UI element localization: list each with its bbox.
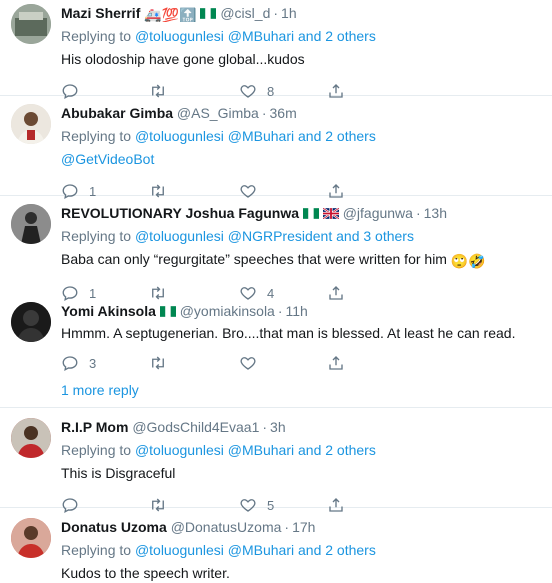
retweet-button[interactable]	[149, 353, 177, 373]
nigeria-flag-icon	[159, 306, 176, 317]
avatar[interactable]	[11, 204, 51, 244]
author-name[interactable]: Donatus Uzoma	[61, 519, 167, 535]
timestamp[interactable]: 36m	[270, 105, 297, 121]
tweet[interactable]: Donatus Uzoma @DonatusUzoma · 17h Replying…	[0, 508, 552, 581]
avatar[interactable]	[11, 4, 51, 44]
timestamp[interactable]: 1h	[281, 5, 297, 21]
reply-icon	[62, 356, 78, 372]
author-handle[interactable]: @yomiakinsola	[180, 303, 275, 319]
ambulance-emoji: 🚑	[144, 7, 162, 22]
share-button[interactable]	[327, 353, 345, 373]
nigeria-flag-icon	[302, 208, 319, 219]
tweet[interactable]: Abubakar Gimba @AS_Gimba · 36m Replying to…	[0, 96, 552, 200]
author-name[interactable]: Abubakar Gimba	[61, 105, 173, 121]
mention-link[interactable]: @toluogunlesi @MBuhari and 2 others	[135, 28, 376, 44]
author-name[interactable]: R.I.P Mom	[61, 419, 128, 435]
avatar[interactable]	[11, 418, 51, 458]
rolling-eyes-emoji: 🙄	[450, 253, 469, 269]
timestamp[interactable]: 13h	[424, 205, 447, 221]
hundred-emoji: 💯	[161, 7, 180, 22]
tweet-text: @GetVideoBot	[61, 149, 544, 169]
author-name[interactable]: REVOLUTIONARY Joshua Fagunwa	[61, 205, 299, 221]
more-replies-link[interactable]: 1 more reply	[61, 382, 139, 398]
mention-link[interactable]: @toluogunlesi @NGRPresident and 3 others	[135, 228, 414, 244]
reply-count: 3	[89, 355, 97, 371]
tweet-text: Hmmm. A septugenerian. Bro....that man i…	[61, 325, 516, 341]
like-button[interactable]	[239, 353, 267, 373]
author-handle[interactable]: @jfagunwa	[343, 205, 413, 221]
replying-to: Replying to @toluogunlesi @MBuhari and 2…	[61, 128, 376, 144]
replying-to: Replying to @toluogunlesi @MBuhari and 2…	[61, 442, 376, 458]
replying-to: Replying to @toluogunlesi @MBuhari and 2…	[61, 28, 376, 44]
share-icon	[329, 356, 343, 370]
more-replies[interactable]: 1 more reply	[0, 372, 552, 408]
like-icon	[240, 357, 256, 370]
avatar[interactable]	[11, 302, 51, 342]
avatar[interactable]	[11, 104, 51, 144]
uk-flag-icon	[322, 208, 339, 219]
timestamp[interactable]: 17h	[292, 519, 315, 535]
mention-link[interactable]: @toluogunlesi @MBuhari and 2 others	[135, 442, 376, 458]
author-handle[interactable]: @cisl_d	[220, 5, 270, 21]
retweet-icon	[152, 356, 164, 370]
tweet[interactable]: Yomi Akinsola @yomiakinsola · 11h Hmmm. A …	[0, 292, 552, 372]
avatar[interactable]	[11, 518, 51, 558]
tweet-text: Kudos to the speech writer.	[61, 565, 230, 581]
tweet[interactable]: REVOLUTIONARY Joshua Fagunwa @jfagunwa · 1…	[0, 196, 552, 302]
replying-to: Replying to @toluogunlesi @MBuhari and 2…	[61, 542, 376, 558]
tweet-text: Baba can only “regurgitate” speeches tha…	[61, 251, 486, 269]
mention-link[interactable]: @GetVideoBot	[61, 151, 154, 167]
author-handle[interactable]: @GodsChild4Evaa1	[132, 419, 259, 435]
author-name[interactable]: Yomi Akinsola	[61, 303, 156, 319]
replying-to: Replying to @toluogunlesi @NGRPresident …	[61, 228, 414, 244]
timestamp[interactable]: 3h	[270, 419, 286, 435]
top-emoji: 🔝	[179, 7, 197, 22]
author-handle[interactable]: @DonatusUzoma	[171, 519, 282, 535]
tweet[interactable]: Mazi Sherrif 🚑💯🔝 @cisl_d · 1h Replying to …	[0, 0, 552, 100]
tweet-text: His olodoship have gone global...kudos	[61, 51, 305, 67]
author-handle[interactable]: @AS_Gimba	[177, 105, 259, 121]
action-bar: 3	[61, 353, 544, 373]
author-name[interactable]: Mazi Sherrif	[61, 5, 140, 21]
nigeria-flag-icon	[200, 8, 217, 19]
mention-link[interactable]: @toluogunlesi @MBuhari and 2 others	[135, 128, 376, 144]
rofl-emoji: 🤣	[468, 253, 486, 269]
timestamp[interactable]: 11h	[286, 303, 308, 319]
reply-button[interactable]: 3	[61, 353, 96, 373]
mention-link[interactable]: @toluogunlesi @MBuhari and 2 others	[135, 542, 376, 558]
tweet-text: This is Disgraceful	[61, 465, 176, 481]
tweet[interactable]: R.I.P Mom @GodsChild4Evaa1 · 3h Replying t…	[0, 408, 552, 514]
